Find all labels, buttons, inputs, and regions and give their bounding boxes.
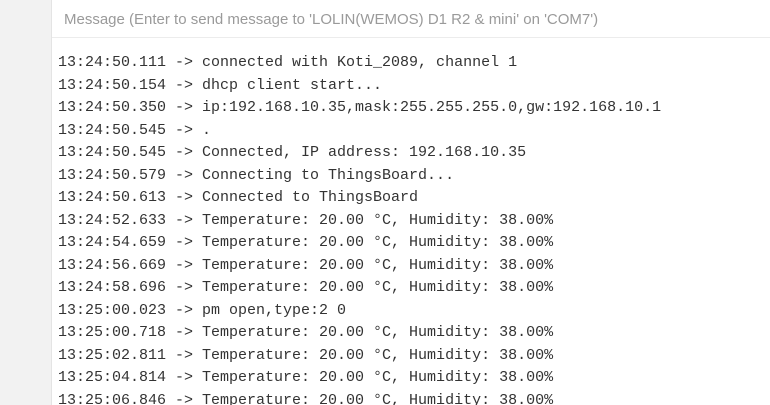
log-line: 13:24:50.579 -> Connecting to ThingsBoar…	[58, 166, 455, 184]
log-line: 13:24:58.696 -> Temperature: 20.00 °C, H…	[58, 279, 554, 296]
log-line: 13:24:50.545 -> .	[58, 121, 212, 139]
log-line: 13:24:50.154 -> dhcp client start...	[58, 76, 383, 94]
log-line: 13:24:56.669 -> Temperature: 20.00 °C, H…	[58, 256, 554, 274]
log-line: 13:25:00.023 -> pm open,type:2 0	[58, 301, 347, 319]
serial-output[interactable]: 13:24:50.111 -> connected with Koti_2089…	[52, 52, 770, 405]
left-gutter	[0, 0, 52, 405]
log-line: 13:25:06.846 -> Temperature: 20.00 °C, H…	[58, 391, 554, 405]
log-line: 13:24:50.545 -> Connected, IP address: 1…	[58, 144, 527, 161]
log-line: 13:24:54.659 -> Temperature: 20.00 °C, H…	[58, 234, 554, 251]
log-line: 13:24:52.633 -> Temperature: 20.00 °C, H…	[58, 211, 554, 229]
message-bar	[52, 0, 770, 38]
log-line: 13:24:50.111 -> connected with Koti_2089…	[58, 54, 518, 71]
log-line: 13:24:50.350 -> ip:192.168.10.35,mask:25…	[58, 99, 662, 116]
message-input[interactable]	[52, 0, 770, 38]
log-line: 13:25:00.718 -> Temperature: 20.00 °C, H…	[58, 324, 554, 341]
log-line: 13:25:02.811 -> Temperature: 20.00 °C, H…	[58, 346, 554, 364]
log-line: 13:25:04.814 -> Temperature: 20.00 °C, H…	[58, 369, 554, 386]
log-line: 13:24:50.613 -> Connected to ThingsBoard	[58, 189, 419, 206]
